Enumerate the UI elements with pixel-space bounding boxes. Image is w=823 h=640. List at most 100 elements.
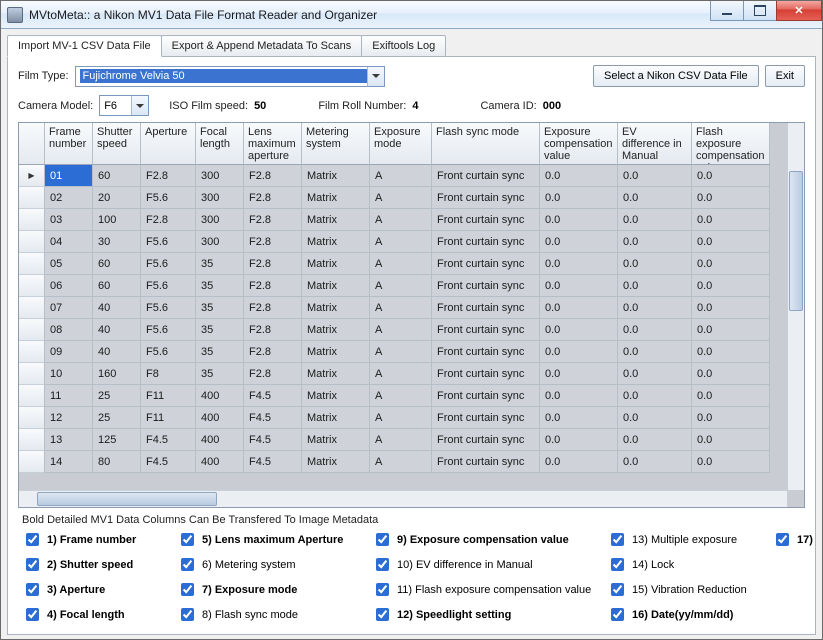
- tab-import-csv[interactable]: Import MV-1 CSV Data File: [7, 35, 162, 57]
- checkbox-input[interactable]: [181, 608, 194, 621]
- grid-cell[interactable]: Front curtain sync: [432, 165, 540, 187]
- grid-cell[interactable]: A: [370, 231, 432, 253]
- grid-cell[interactable]: 0.0: [618, 297, 692, 319]
- grid-cell[interactable]: 0.0: [618, 363, 692, 385]
- grid-cell[interactable]: Matrix: [302, 165, 370, 187]
- grid-cell[interactable]: Matrix: [302, 385, 370, 407]
- grid-cell[interactable]: 0.0: [540, 363, 618, 385]
- row-header[interactable]: [19, 165, 45, 187]
- grid-cell[interactable]: 400: [196, 385, 244, 407]
- grid-cell[interactable]: 11: [45, 385, 93, 407]
- grid-cell[interactable]: 07: [45, 297, 93, 319]
- grid-cell[interactable]: 0.0: [540, 341, 618, 363]
- grid-cell[interactable]: 09: [45, 341, 93, 363]
- select-csv-button[interactable]: Select a Nikon CSV Data File: [593, 65, 759, 87]
- grid-cell[interactable]: 0.0: [692, 297, 770, 319]
- grid-cell[interactable]: Front curtain sync: [432, 297, 540, 319]
- maximize-button[interactable]: [743, 1, 777, 21]
- grid-cell[interactable]: Front curtain sync: [432, 253, 540, 275]
- grid-cell[interactable]: 02: [45, 187, 93, 209]
- column-header[interactable]: Lens maximum aperture: [244, 123, 302, 165]
- column-checkbox[interactable]: 3) Aperture: [22, 580, 177, 599]
- grid-cell[interactable]: Front curtain sync: [432, 363, 540, 385]
- grid-cell[interactable]: Matrix: [302, 319, 370, 341]
- column-header[interactable]: Flash exposure compensation value: [692, 123, 770, 165]
- grid-cell[interactable]: 0.0: [618, 253, 692, 275]
- grid-cell[interactable]: 400: [196, 451, 244, 473]
- column-header[interactable]: EV difference in Manual: [618, 123, 692, 165]
- row-header[interactable]: [19, 231, 45, 253]
- grid-cell[interactable]: F2.8: [141, 165, 196, 187]
- grid-cell[interactable]: 35: [196, 341, 244, 363]
- column-header[interactable]: Exposure compensation value: [540, 123, 618, 165]
- tab-export-metadata[interactable]: Export & Append Metadata To Scans: [161, 35, 363, 57]
- tab-exiftools-log[interactable]: Exiftools Log: [361, 35, 446, 57]
- grid-cell[interactable]: 0.0: [618, 319, 692, 341]
- checkbox-input[interactable]: [26, 533, 39, 546]
- grid-cell[interactable]: Matrix: [302, 341, 370, 363]
- grid-cell[interactable]: 0.0: [692, 275, 770, 297]
- checkbox-input[interactable]: [611, 533, 624, 546]
- checkbox-input[interactable]: [26, 558, 39, 571]
- grid-cell[interactable]: 20: [93, 187, 141, 209]
- grid-cell[interactable]: A: [370, 297, 432, 319]
- column-checkbox[interactable]: 17) Time: [772, 530, 816, 549]
- grid-cell[interactable]: F4.5: [244, 429, 302, 451]
- grid-cell[interactable]: 35: [196, 253, 244, 275]
- grid-cell[interactable]: F2.8: [244, 341, 302, 363]
- grid-cell[interactable]: 0.0: [618, 341, 692, 363]
- grid-cell[interactable]: F2.8: [244, 319, 302, 341]
- row-header[interactable]: [19, 385, 45, 407]
- titlebar[interactable]: MVtoMeta:: a Nikon MV1 Data File Format …: [1, 1, 822, 29]
- grid-cell[interactable]: Front curtain sync: [432, 275, 540, 297]
- grid-cell[interactable]: 0.0: [540, 385, 618, 407]
- grid-cell[interactable]: 80: [93, 451, 141, 473]
- column-header[interactable]: Metering system: [302, 123, 370, 165]
- grid-cell[interactable]: A: [370, 275, 432, 297]
- grid-cell[interactable]: 100: [93, 209, 141, 231]
- grid-cell[interactable]: 0.0: [618, 187, 692, 209]
- grid-cell[interactable]: F2.8: [141, 209, 196, 231]
- grid-cell[interactable]: Matrix: [302, 187, 370, 209]
- grid-cell[interactable]: 300: [196, 231, 244, 253]
- grid-cell[interactable]: 04: [45, 231, 93, 253]
- row-header[interactable]: [19, 407, 45, 429]
- grid-cell[interactable]: 0.0: [540, 407, 618, 429]
- grid-cell[interactable]: Matrix: [302, 407, 370, 429]
- grid-cell[interactable]: Matrix: [302, 363, 370, 385]
- grid-cell[interactable]: 0.0: [618, 385, 692, 407]
- grid-cell[interactable]: 60: [93, 165, 141, 187]
- checkbox-input[interactable]: [181, 558, 194, 571]
- grid-cell[interactable]: A: [370, 253, 432, 275]
- grid-cell[interactable]: 08: [45, 319, 93, 341]
- grid-cell[interactable]: 0.0: [540, 187, 618, 209]
- grid-cell[interactable]: A: [370, 187, 432, 209]
- grid-cell[interactable]: A: [370, 165, 432, 187]
- checkbox-input[interactable]: [776, 533, 789, 546]
- column-checkbox[interactable]: 5) Lens maximum Aperture: [177, 530, 372, 549]
- grid-cell[interactable]: 40: [93, 319, 141, 341]
- grid-cell[interactable]: 12: [45, 407, 93, 429]
- grid-cell[interactable]: F11: [141, 385, 196, 407]
- column-header[interactable]: Shutter speed: [93, 123, 141, 165]
- grid-cell[interactable]: 40: [93, 341, 141, 363]
- grid-cell[interactable]: 60: [93, 275, 141, 297]
- grid-cell[interactable]: Matrix: [302, 429, 370, 451]
- column-header[interactable]: Exposure mode: [370, 123, 432, 165]
- camera-model-select[interactable]: F6: [99, 95, 149, 116]
- column-header[interactable]: Flash sync mode: [432, 123, 540, 165]
- row-header[interactable]: [19, 209, 45, 231]
- grid-cell[interactable]: F5.6: [141, 275, 196, 297]
- checkbox-input[interactable]: [26, 583, 39, 596]
- grid-cell[interactable]: A: [370, 209, 432, 231]
- column-checkbox[interactable]: 1) Frame number: [22, 530, 177, 549]
- grid-cell[interactable]: F4.5: [141, 451, 196, 473]
- grid-cell[interactable]: Front curtain sync: [432, 319, 540, 341]
- film-type-select[interactable]: Fujichrome Velvia 50: [75, 66, 385, 87]
- grid-cell[interactable]: 300: [196, 209, 244, 231]
- grid-cell[interactable]: F2.8: [244, 275, 302, 297]
- grid-cell[interactable]: 0.0: [540, 319, 618, 341]
- grid-cell[interactable]: 0.0: [692, 429, 770, 451]
- grid-cell[interactable]: 0.0: [618, 451, 692, 473]
- grid-cell[interactable]: 0.0: [540, 451, 618, 473]
